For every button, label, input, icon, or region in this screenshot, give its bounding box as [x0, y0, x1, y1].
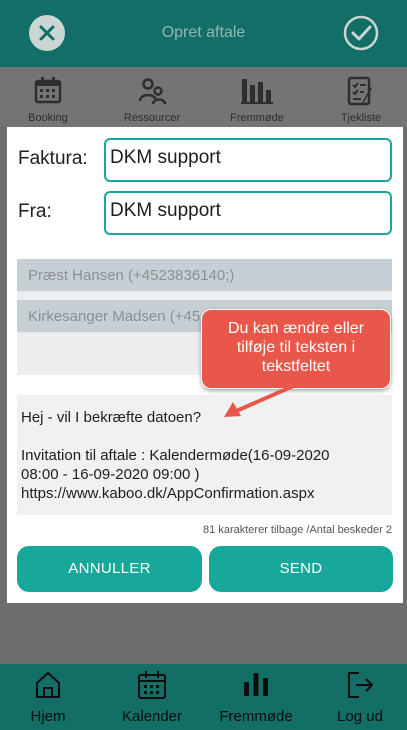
- cancel-button[interactable]: ANNULLER: [17, 546, 202, 592]
- home-icon: [36, 671, 60, 698]
- tab-booking[interactable]: Booking: [0, 67, 98, 127]
- bar-chart-icon: [244, 673, 268, 696]
- callout-arrow-icon: [224, 382, 300, 417]
- nav-log-ud[interactable]: Log ud: [312, 664, 407, 730]
- tab-ressourcer[interactable]: Ressourcer: [102, 67, 202, 127]
- bottom-nav: Hjem Kalender Fremmøde Log ud: [0, 664, 407, 730]
- checklist-icon: [347, 76, 372, 106]
- bar-chart-icon: [241, 79, 273, 104]
- top-tab-bar: Booking Ressourcer Fremmøde Tjekliste: [0, 67, 407, 127]
- people-icon: [138, 78, 167, 105]
- faktura-field[interactable]: DKM support: [104, 138, 392, 182]
- app-header: Opret aftale: [0, 0, 407, 67]
- character-counter: 81 karakterer tilbage /Antal beskeder 2: [203, 524, 392, 536]
- send-button[interactable]: SEND: [209, 546, 393, 592]
- checkmark-circle-icon: [343, 15, 379, 51]
- fra-label: Fra:: [18, 201, 52, 222]
- message-line: Invitation til aftale : Kalendermøde(16-…: [21, 447, 330, 464]
- tab-tjekliste[interactable]: Tjekliste: [311, 67, 407, 127]
- faktura-label: Faktura:: [18, 148, 88, 169]
- tab-fremmoede[interactable]: Fremmøde: [207, 67, 307, 127]
- confirm-button[interactable]: [342, 14, 380, 52]
- nav-kalender[interactable]: Kalender: [104, 664, 200, 730]
- nav-fremmoede[interactable]: Fremmøde: [208, 664, 304, 730]
- calendar-icon: [138, 671, 166, 699]
- message-line: https://www.kaboo.dk/AppConfirmation.asp…: [21, 485, 315, 502]
- fra-field[interactable]: DKM support: [104, 191, 392, 235]
- nav-hjem[interactable]: Hjem: [0, 664, 96, 730]
- recipient-item[interactable]: Præst Hansen (+4523836140;): [17, 259, 392, 292]
- message-line: 08:00 - 16-09-2020 09:00 ): [21, 466, 200, 483]
- message-textarea[interactable]: Hej - vil I bekræfte datoen? Invitation …: [17, 395, 392, 515]
- calendar-icon: [34, 77, 62, 104]
- message-line: Hej - vil I bekræfte datoen?: [21, 409, 202, 426]
- logout-icon: [348, 672, 374, 698]
